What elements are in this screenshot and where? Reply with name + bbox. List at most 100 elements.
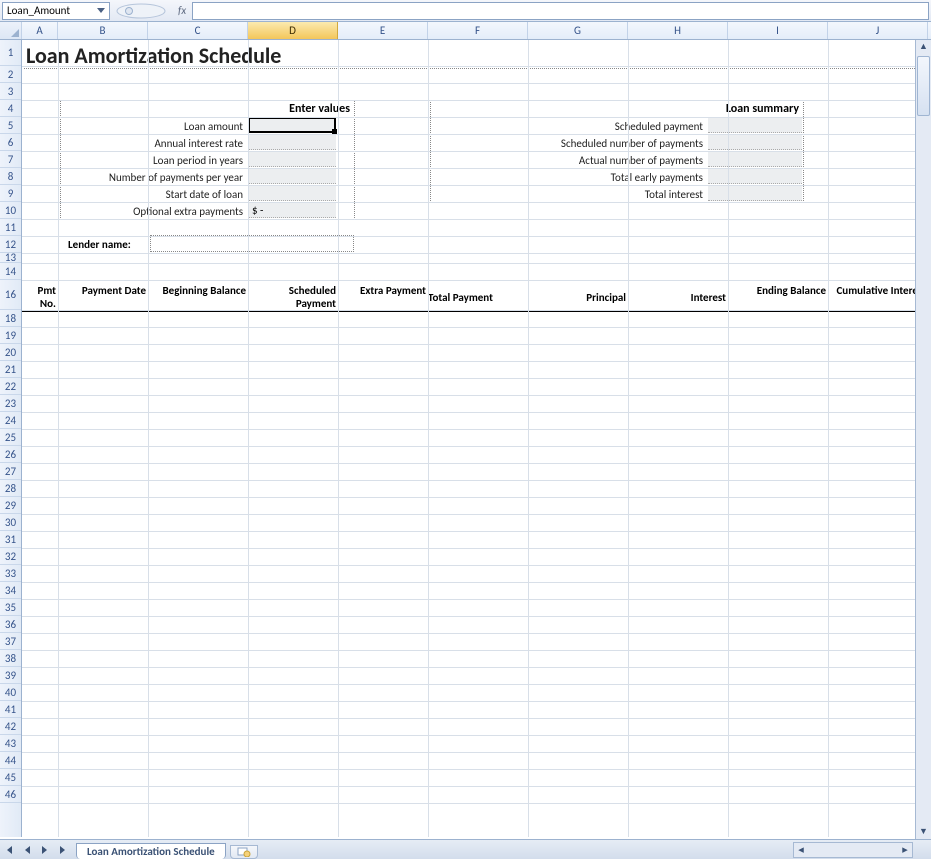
- row-header-4[interactable]: 4: [0, 100, 21, 117]
- value-actual-number: [708, 152, 802, 167]
- row-header-37[interactable]: 37: [0, 633, 21, 650]
- row-header-16[interactable]: 16: [0, 280, 21, 310]
- row-header-3[interactable]: 3: [0, 83, 21, 100]
- row-header-5[interactable]: 5: [0, 117, 21, 134]
- next-sheet-icon[interactable]: [37, 842, 53, 858]
- select-all-corner[interactable]: [0, 22, 22, 39]
- col-header-F[interactable]: F: [428, 22, 528, 39]
- col-header-A[interactable]: A: [22, 22, 58, 39]
- input-payments-per-year[interactable]: [248, 169, 336, 184]
- col-header-I[interactable]: I: [728, 22, 828, 39]
- row-header-27[interactable]: 27: [0, 463, 21, 480]
- row-header-40[interactable]: 40: [0, 684, 21, 701]
- formula-bar: Loan_Amount fx: [0, 0, 931, 22]
- row-header-39[interactable]: 39: [0, 667, 21, 684]
- row-header-21[interactable]: 21: [0, 361, 21, 378]
- row-header-10[interactable]: 10: [0, 202, 21, 219]
- col-header-D[interactable]: D: [248, 22, 338, 39]
- row-header-31[interactable]: 31: [0, 531, 21, 548]
- label-loan-period: Loan period in years: [62, 154, 246, 167]
- th-payment-date: Payment Date: [58, 284, 146, 297]
- horizontal-scrollbar[interactable]: ◂ ▸: [793, 842, 913, 858]
- row-header-36[interactable]: 36: [0, 616, 21, 633]
- scroll-left-icon[interactable]: ◂: [794, 843, 808, 856]
- row-header-29[interactable]: 29: [0, 497, 21, 514]
- th-scheduled-payment: Scheduled Payment: [248, 284, 336, 310]
- col-header-C[interactable]: C: [148, 22, 248, 39]
- name-box[interactable]: Loan_Amount: [2, 2, 110, 20]
- prev-sheet-icon[interactable]: [19, 842, 35, 858]
- row-header-32[interactable]: 32: [0, 548, 21, 565]
- value-total-interest: [708, 186, 802, 201]
- scroll-up-icon[interactable]: ▲: [916, 40, 931, 54]
- name-box-dropdown-icon[interactable]: [97, 8, 105, 13]
- input-start-date[interactable]: [248, 186, 336, 201]
- row-header-18[interactable]: 18: [0, 310, 21, 327]
- name-box-value: Loan_Amount: [7, 4, 70, 17]
- row-header-20[interactable]: 20: [0, 344, 21, 361]
- input-loan-amount[interactable]: [248, 117, 336, 133]
- sheet-tab-bar: Loan Amortization Schedule ◂ ▸: [0, 839, 931, 859]
- row-header-35[interactable]: 35: [0, 599, 21, 616]
- input-loan-period[interactable]: [248, 152, 336, 167]
- row-header-19[interactable]: 19: [0, 327, 21, 344]
- th-interest: Interest: [628, 291, 726, 304]
- page-title: Loan Amortization Schedule: [26, 42, 281, 69]
- vscroll-thumb[interactable]: [917, 56, 930, 116]
- label-scheduled-number: Scheduled number of payments: [430, 137, 706, 150]
- row-header-33[interactable]: 33: [0, 565, 21, 582]
- th-principal: Principal: [528, 291, 626, 304]
- input-lender-name[interactable]: [150, 235, 354, 252]
- row-header-42[interactable]: 42: [0, 718, 21, 735]
- new-sheet-button[interactable]: [230, 845, 258, 859]
- col-header-B[interactable]: B: [58, 22, 148, 39]
- row-header-34[interactable]: 34: [0, 582, 21, 599]
- row-header-30[interactable]: 30: [0, 514, 21, 531]
- col-header-G[interactable]: G: [528, 22, 628, 39]
- row-header-28[interactable]: 28: [0, 480, 21, 497]
- col-header-J[interactable]: J: [828, 22, 928, 39]
- spreadsheet-cells[interactable]: Loan Amortization Schedule Enter values …: [22, 40, 931, 837]
- label-start-date: Start date of loan: [62, 188, 246, 201]
- row-header-43[interactable]: 43: [0, 735, 21, 752]
- formula-input[interactable]: [192, 2, 929, 20]
- row-header-6[interactable]: 6: [0, 134, 21, 151]
- title-underline: [24, 68, 925, 69]
- row-header-22[interactable]: 22: [0, 378, 21, 395]
- col-header-H[interactable]: H: [628, 22, 728, 39]
- input-annual-interest[interactable]: [248, 135, 336, 150]
- table-header-border: [22, 311, 931, 312]
- row-header-11[interactable]: 11: [0, 219, 21, 236]
- row-header-45[interactable]: 45: [0, 769, 21, 786]
- label-extra-payments: Optional extra payments: [62, 205, 246, 218]
- fx-icon[interactable]: fx: [178, 4, 186, 17]
- label-total-early: Total early payments: [430, 171, 706, 184]
- label-total-interest: Total interest: [430, 188, 706, 201]
- row-header-14[interactable]: 14: [0, 263, 21, 280]
- sheet-tab-active[interactable]: Loan Amortization Schedule: [76, 843, 226, 859]
- input-extra-payments[interactable]: $ -: [248, 203, 336, 218]
- col-header-E[interactable]: E: [338, 22, 428, 39]
- row-header-13[interactable]: 13: [0, 253, 21, 263]
- row-header-41[interactable]: 41: [0, 701, 21, 718]
- scroll-right-icon[interactable]: ▸: [898, 843, 912, 856]
- row-header-23[interactable]: 23: [0, 395, 21, 412]
- row-header-26[interactable]: 26: [0, 446, 21, 463]
- row-header-8[interactable]: 8: [0, 168, 21, 185]
- row-header-44[interactable]: 44: [0, 752, 21, 769]
- value-scheduled-number: [708, 135, 802, 150]
- scroll-down-icon[interactable]: ▼: [916, 825, 931, 839]
- th-extra-payment: Extra Payment: [338, 284, 426, 297]
- row-header-38[interactable]: 38: [0, 650, 21, 667]
- row-header-46[interactable]: 46: [0, 786, 21, 803]
- last-sheet-icon[interactable]: [55, 842, 71, 858]
- loan-summary-header: Loan summary: [726, 102, 799, 116]
- row-header-1[interactable]: 1: [0, 40, 21, 66]
- row-header-25[interactable]: 25: [0, 429, 21, 446]
- row-header-24[interactable]: 24: [0, 412, 21, 429]
- first-sheet-icon[interactable]: [1, 842, 17, 858]
- vertical-scrollbar[interactable]: ▲ ▼: [915, 40, 931, 839]
- row-header-9[interactable]: 9: [0, 185, 21, 202]
- row-header-7[interactable]: 7: [0, 151, 21, 168]
- row-header-2[interactable]: 2: [0, 66, 21, 83]
